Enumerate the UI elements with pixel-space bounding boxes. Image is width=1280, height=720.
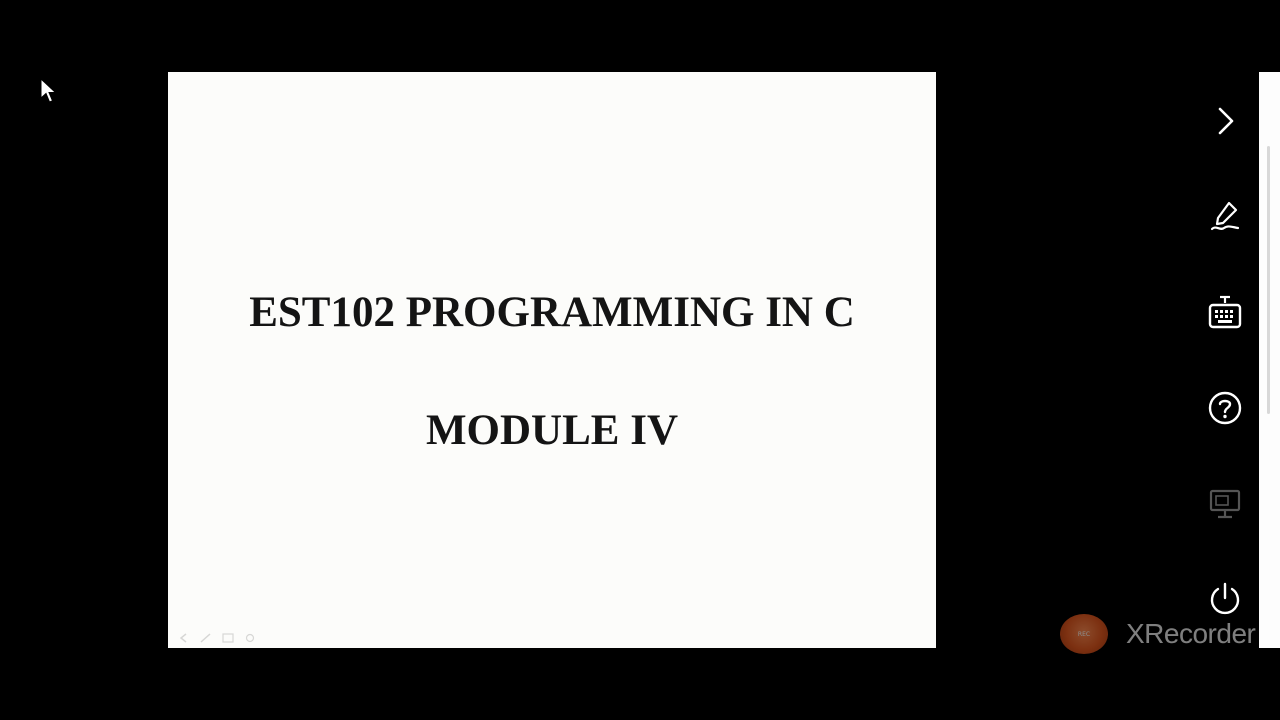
help-circle-icon	[1208, 391, 1242, 425]
display-button[interactable]	[1206, 485, 1244, 523]
slide-toolbar	[178, 630, 256, 643]
keyboard-icon	[1208, 295, 1242, 329]
mouse-pointer-icon	[40, 78, 57, 103]
chevron-right-icon	[1218, 107, 1234, 135]
screen: EST102 PROGRAMMING IN C MODULE IV REC XR…	[0, 0, 1280, 720]
pen-icon[interactable]	[200, 630, 212, 643]
scrollbar-thumb[interactable]	[1267, 146, 1270, 322]
recorder-logo-icon: REC	[1060, 614, 1108, 654]
side-control-panel	[1180, 72, 1260, 648]
recorder-watermark: REC XRecorder	[1060, 612, 1256, 656]
more-icon[interactable]	[244, 630, 256, 643]
prev-arrow-icon[interactable]	[178, 630, 190, 643]
recorder-watermark-text: XRecorder	[1126, 618, 1256, 649]
pen-icon	[1210, 201, 1240, 231]
presentation-slide: EST102 PROGRAMMING IN C MODULE IV	[168, 72, 936, 648]
annotate-pen-button[interactable]	[1206, 197, 1244, 235]
slides-icon[interactable]	[222, 630, 234, 643]
slide-subtitle: MODULE IV	[425, 407, 679, 454]
monitor-icon	[1209, 489, 1241, 519]
scrollbar[interactable]	[1259, 72, 1280, 648]
slide-title: EST102 PROGRAMMING IN C	[249, 289, 855, 336]
scrollbar-track-segment	[1267, 304, 1270, 414]
help-button[interactable]	[1206, 389, 1244, 427]
next-slide-button[interactable]	[1206, 102, 1244, 140]
keyboard-button[interactable]	[1206, 294, 1244, 332]
